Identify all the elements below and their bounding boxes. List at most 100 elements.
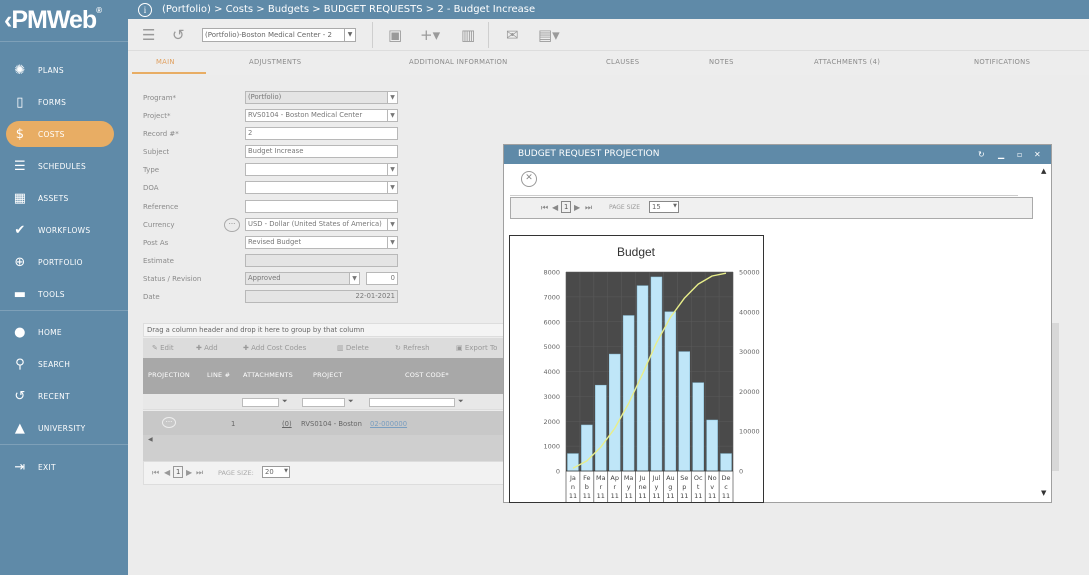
- dialog-vertical-scrollbar[interactable]: ▲ ▼: [1040, 165, 1050, 502]
- close-report-icon[interactable]: ✕: [521, 171, 537, 187]
- save-icon[interactable]: ▣: [388, 26, 402, 44]
- export-button[interactable]: ▣ Export To: [456, 344, 497, 352]
- delete-icon[interactable]: ▥: [461, 26, 475, 44]
- tab-main[interactable]: MAIN: [156, 58, 175, 66]
- filter-icon[interactable]: ⏷: [458, 397, 463, 406]
- edit-button[interactable]: ✎ Edit: [152, 344, 174, 352]
- x-tick-label: 11: [680, 492, 688, 500]
- print-icon[interactable]: ▤▾: [538, 26, 560, 44]
- pmweb-logo[interactable]: ‹PMWeb®: [4, 6, 124, 34]
- prev-page-icon[interactable]: ◀: [552, 203, 558, 212]
- record-field[interactable]: 2: [245, 127, 398, 140]
- last-page-icon[interactable]: ⏭: [585, 203, 592, 213]
- project-field[interactable]: RVS0104 - Boston Medical Center ▼: [245, 109, 398, 122]
- sidebar-item-workflows[interactable]: ✔ WORKFLOWS: [0, 217, 128, 243]
- x-tick-label: y: [655, 483, 659, 491]
- reference-field[interactable]: [245, 200, 398, 213]
- minimize-icon[interactable]: ▁: [998, 145, 1004, 164]
- post-as-select[interactable]: Revised Budget ▼: [245, 236, 398, 249]
- sidebar-item-tools[interactable]: ▬ TOOLS: [0, 281, 128, 307]
- history-icon[interactable]: ↺: [172, 26, 185, 44]
- column-header-attachments[interactable]: ATTACHMENTS: [243, 371, 293, 379]
- subject-field[interactable]: Budget Increase: [245, 145, 398, 158]
- filter-icon[interactable]: ⏷: [348, 397, 353, 406]
- table-row[interactable]: ··· 1 (0) RVS0104 - Boston 02-000000: [143, 411, 513, 435]
- sidebar-item-assets[interactable]: ▦ ASSETS: [0, 185, 128, 211]
- sidebar-item-university[interactable]: ▲ UNIVERSITY: [0, 415, 128, 441]
- info-icon[interactable]: i: [138, 2, 152, 17]
- page-size-select[interactable]: 20 ▼: [262, 466, 290, 478]
- doa-select[interactable]: ▼: [245, 181, 398, 194]
- tab-notifications[interactable]: NOTIFICATIONS: [974, 58, 1030, 66]
- close-icon[interactable]: ✕: [1034, 145, 1041, 164]
- sidebar-item-costs[interactable]: $ COSTS: [0, 121, 128, 147]
- breadcrumb[interactable]: (Portfolio) > Costs > Budgets > BUDGET R…: [162, 4, 535, 15]
- x-tick-label: 11: [624, 492, 632, 500]
- dialog-title-bar[interactable]: BUDGET REQUEST PROJECTION ↻ ▁ ▫ ✕: [504, 145, 1051, 164]
- refresh-button[interactable]: ↻ Refresh: [395, 344, 430, 352]
- type-select[interactable]: ▼: [245, 163, 398, 176]
- scroll-down-icon[interactable]: ▼: [1041, 489, 1046, 497]
- prev-page-icon[interactable]: ◀: [164, 468, 170, 477]
- add-button[interactable]: ✚ Add: [196, 344, 218, 352]
- add-cost-codes-button[interactable]: ✚ Add Cost Codes: [243, 344, 306, 352]
- x-tick-label: ne: [638, 483, 646, 491]
- next-page-icon[interactable]: ▶: [186, 468, 192, 477]
- exit-icon: ⇥: [14, 459, 26, 475]
- first-page-icon[interactable]: ⏮: [152, 468, 159, 478]
- sidebar-item-schedules[interactable]: ☰ SCHEDULES: [0, 153, 128, 179]
- column-header-project[interactable]: PROJECT: [313, 371, 343, 379]
- attachments-link[interactable]: (0): [282, 420, 292, 428]
- tab-additional-information[interactable]: ADDITIONAL INFORMATION: [409, 58, 508, 66]
- delete-button[interactable]: ▥ Delete: [337, 344, 369, 352]
- sidebar-item-home[interactable]: ● HOME: [0, 319, 128, 345]
- grid-horizontal-scrollbar[interactable]: ◀: [143, 435, 513, 461]
- cost-code-filter-input[interactable]: [369, 398, 455, 407]
- project-filter-input[interactable]: [302, 398, 345, 407]
- sidebar-item-forms[interactable]: ▯ FORMS: [0, 89, 128, 115]
- column-header-cost-code[interactable]: COST CODE*: [405, 371, 449, 379]
- currency-select[interactable]: USD - Dollar (United States of America) ▼: [245, 218, 398, 231]
- last-page-icon[interactable]: ⏭: [196, 468, 203, 478]
- currency-lookup-button[interactable]: ···: [224, 218, 240, 232]
- y-tick-label: 7000: [543, 293, 560, 301]
- status-select[interactable]: Approved ▼: [245, 272, 360, 285]
- page-number[interactable]: 1: [173, 466, 184, 478]
- column-header-projection[interactable]: PROJECTION: [148, 371, 190, 379]
- first-page-icon[interactable]: ⏮: [541, 203, 548, 213]
- filter-icon[interactable]: ⏷: [282, 397, 287, 406]
- page-size-select[interactable]: 15 ▼: [649, 201, 679, 213]
- program-select[interactable]: (Portfolio) ▼: [245, 91, 398, 104]
- sidebar-item-exit[interactable]: ⇥ EXIT: [0, 454, 128, 480]
- toolbar-divider: [372, 22, 373, 48]
- page-number[interactable]: 1: [561, 201, 572, 213]
- email-icon[interactable]: ✉: [506, 26, 519, 44]
- tab-attachments[interactable]: ATTACHMENTS (4): [814, 58, 880, 66]
- sidebar-item-search[interactable]: ⚲ SEARCH: [0, 351, 128, 377]
- cost-code-link[interactable]: 02-000000: [370, 420, 407, 428]
- row-menu-icon[interactable]: ···: [162, 417, 176, 428]
- list-icon[interactable]: ☰: [142, 26, 155, 44]
- sidebar-item-recent[interactable]: ↺ RECENT: [0, 383, 128, 409]
- sidebar-item-portfolio[interactable]: ⊕ PORTFOLIO: [0, 249, 128, 275]
- sidebar-item-plans[interactable]: ✺ PLANS: [0, 57, 128, 83]
- tab-adjustments[interactable]: ADJUSTMENTS: [249, 58, 301, 66]
- y2-tick-label: 0: [739, 468, 743, 476]
- x-tick-label: b: [585, 483, 589, 491]
- tab-clauses[interactable]: CLAUSES: [606, 58, 639, 66]
- project-select[interactable]: (Portfolio)-Boston Medical Center - 2 ▼: [202, 28, 356, 42]
- revision-field[interactable]: 0: [366, 272, 398, 285]
- attachments-filter-input[interactable]: [242, 398, 279, 407]
- schedule-icon: ☰: [14, 158, 26, 174]
- scroll-up-icon[interactable]: ▲: [1041, 167, 1046, 175]
- maximize-icon[interactable]: ▫: [1017, 145, 1022, 164]
- scroll-left-icon[interactable]: ◀: [148, 436, 153, 443]
- add-icon[interactable]: +▾: [420, 26, 440, 44]
- column-header-line[interactable]: LINE #: [207, 371, 230, 379]
- x-tick-label: Se: [680, 474, 688, 482]
- date-field[interactable]: 22-01-2021: [245, 290, 398, 303]
- refresh-icon[interactable]: ↻: [978, 145, 985, 164]
- group-by-drop-area[interactable]: Drag a column header and drop it here to…: [143, 323, 513, 337]
- next-page-icon[interactable]: ▶: [574, 203, 580, 212]
- tab-notes[interactable]: NOTES: [709, 58, 734, 66]
